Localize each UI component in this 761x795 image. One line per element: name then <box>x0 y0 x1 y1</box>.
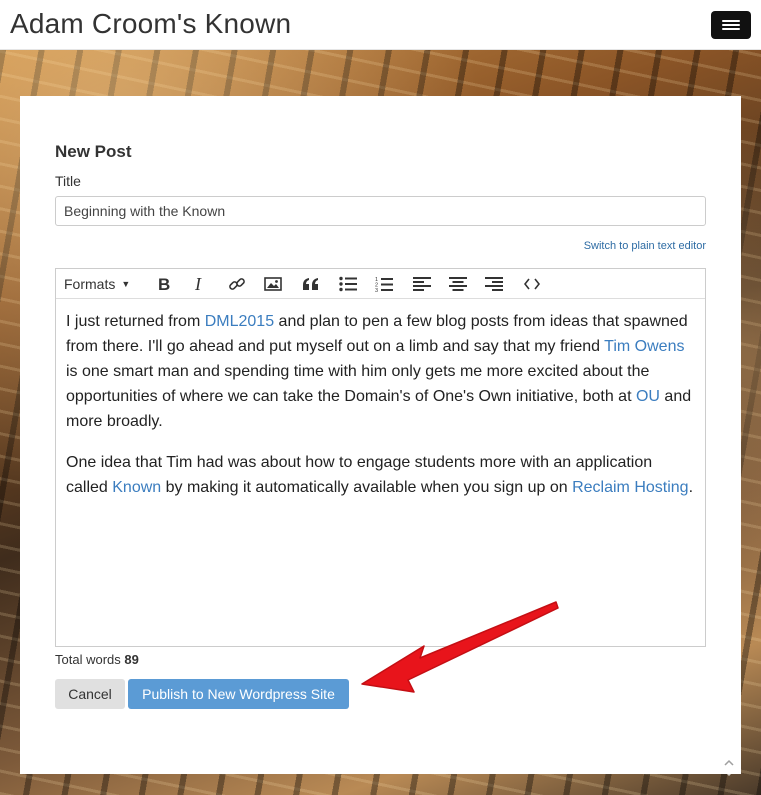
caret-down-icon: ▼ <box>121 279 131 289</box>
title-input[interactable] <box>55 196 706 226</box>
site-title[interactable]: Adam Croom's Known <box>10 8 291 40</box>
numbered-list-icon[interactable]: 123 <box>372 269 396 299</box>
align-left-icon[interactable] <box>410 269 434 299</box>
link-reclaim-hosting[interactable]: Reclaim Hosting <box>572 479 688 496</box>
publish-button[interactable]: Publish to New Wordpress Site <box>128 679 349 709</box>
page-title: New Post <box>55 142 132 161</box>
formats-label: Formats <box>64 276 116 292</box>
word-count: Total words 89 <box>55 652 139 667</box>
word-count-value: 89 <box>124 652 139 667</box>
rich-text-editor[interactable]: Formats ▼ B I 123 I just returned from D… <box>55 268 706 647</box>
bullet-list-icon[interactable] <box>336 269 360 299</box>
link-known[interactable]: Known <box>112 479 161 496</box>
blockquote-icon[interactable] <box>299 269 323 299</box>
bold-icon[interactable]: B <box>152 269 176 299</box>
corner-tag-icon <box>718 754 740 776</box>
svg-text:3: 3 <box>375 288 378 293</box>
image-icon[interactable] <box>261 269 285 299</box>
annotation-arrow-icon <box>361 601 559 693</box>
editor-content[interactable]: I just returned from DML2015 and plan to… <box>66 309 696 516</box>
editor-toolbar: Formats ▼ B I 123 <box>56 269 705 299</box>
formats-dropdown[interactable]: Formats ▼ <box>64 269 140 299</box>
italic-icon[interactable]: I <box>188 269 212 299</box>
word-count-label: Total words <box>55 652 121 667</box>
paragraph: I just returned from DML2015 and plan to… <box>66 313 692 430</box>
title-label: Title <box>55 173 81 189</box>
code-icon[interactable] <box>520 269 544 299</box>
cancel-button[interactable]: Cancel <box>55 679 125 709</box>
svg-text:I: I <box>194 276 202 292</box>
align-right-icon[interactable] <box>482 269 506 299</box>
hamburger-icon[interactable] <box>711 11 751 39</box>
paragraph: One idea that Tim had was about how to e… <box>66 454 694 496</box>
switch-to-plain-text-link[interactable]: Switch to plain text editor <box>584 240 706 252</box>
link-ou[interactable]: OU <box>636 388 660 405</box>
svg-text:B: B <box>158 276 170 292</box>
link-tim-owens[interactable]: Tim Owens <box>604 338 684 355</box>
link-icon[interactable] <box>225 269 249 299</box>
link-dml2015[interactable]: DML2015 <box>205 313 274 330</box>
top-navbar: Adam Croom's Known <box>0 0 761 50</box>
align-center-icon[interactable] <box>446 269 470 299</box>
